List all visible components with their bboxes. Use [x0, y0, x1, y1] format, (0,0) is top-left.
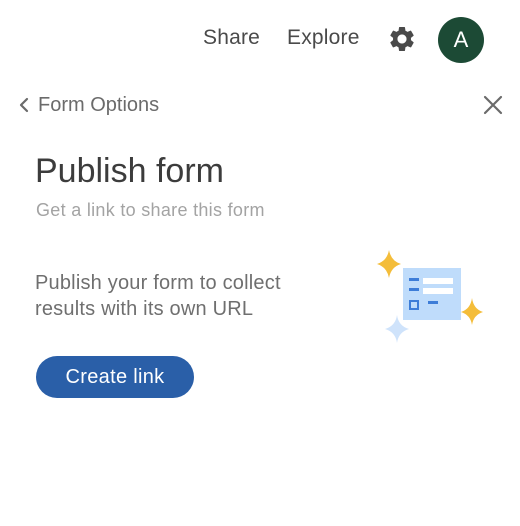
page-title: Publish form — [35, 152, 224, 190]
top-bar: Share Explore A — [0, 0, 520, 80]
close-icon[interactable] — [481, 93, 505, 117]
avatar[interactable]: A — [438, 17, 484, 63]
explore-link[interactable]: Explore — [287, 26, 360, 50]
gear-icon[interactable] — [387, 24, 417, 54]
share-link[interactable]: Share — [203, 26, 260, 50]
create-link-button[interactable]: Create link — [36, 356, 194, 398]
chevron-left-icon — [19, 97, 29, 113]
publish-description: Publish your form to collect results wit… — [35, 272, 281, 320]
back-to-form-options[interactable]: Form Options — [18, 92, 159, 118]
page-subtitle: Get a link to share this form — [36, 200, 265, 220]
back-label: Form Options — [38, 93, 160, 116]
form-link-illustration — [372, 248, 487, 344]
